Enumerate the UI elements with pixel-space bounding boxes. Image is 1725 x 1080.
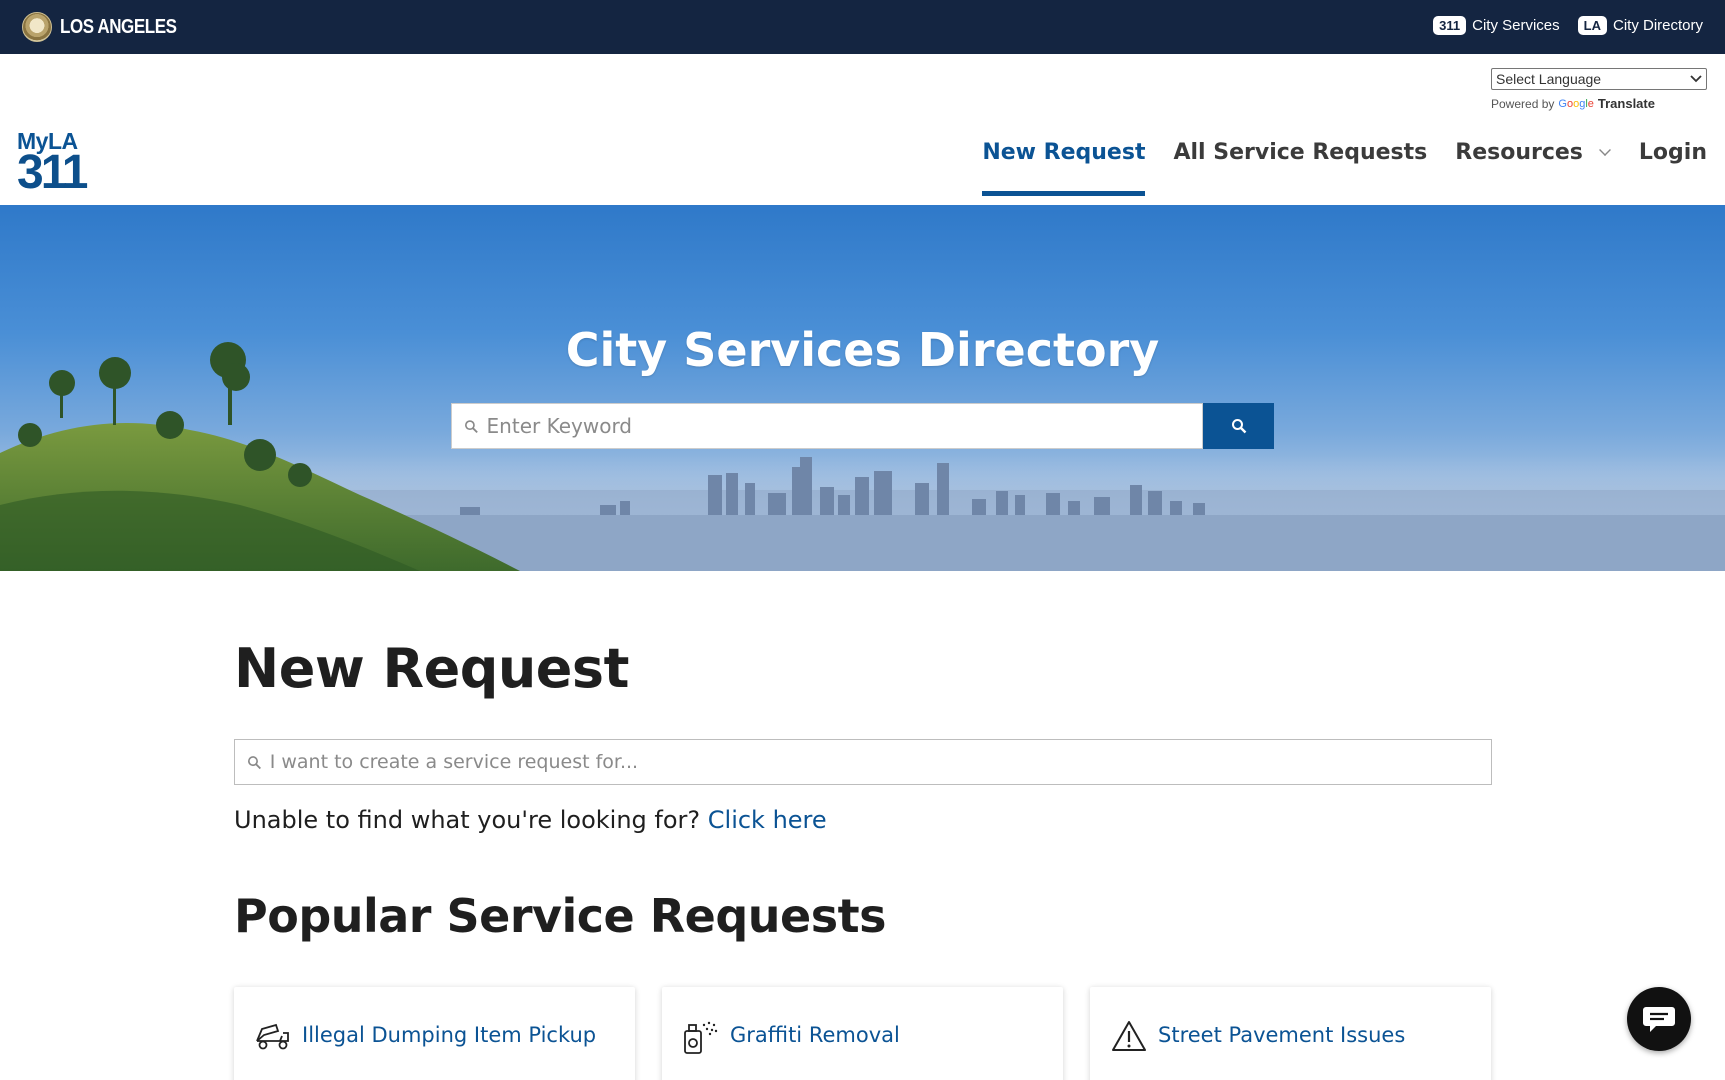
nav-resources-label: Resources bbox=[1455, 140, 1583, 165]
google-logo[interactable]: Google bbox=[1558, 98, 1594, 110]
chevron-down-icon bbox=[1598, 144, 1611, 156]
hero-title: City Services Directory bbox=[565, 323, 1160, 377]
language-select-value: Select Language bbox=[1496, 71, 1602, 87]
search-icon bbox=[1231, 419, 1246, 434]
search-icon bbox=[248, 755, 261, 769]
click-here-link[interactable]: Click here bbox=[708, 806, 827, 834]
service-card-label: Street Pavement Issues bbox=[1158, 1023, 1406, 1047]
hero-banner: City Services Directory bbox=[0, 205, 1725, 571]
chat-button[interactable] bbox=[1627, 987, 1691, 1051]
nav-login[interactable]: Login bbox=[1639, 140, 1707, 196]
chevron-down-icon bbox=[1690, 75, 1702, 83]
nav-login-label: Login bbox=[1638, 140, 1707, 165]
powered-by-google: Powered by Google Translate bbox=[1491, 96, 1707, 111]
311-badge: 311 bbox=[1433, 16, 1467, 35]
city-links: 311 City Services LA City Directory bbox=[1433, 16, 1703, 35]
nav-resources[interactable]: Resources bbox=[1455, 140, 1611, 196]
not-found-message: Unable to find what you're looking for? … bbox=[234, 806, 827, 834]
city-services-link[interactable]: 311 City Services bbox=[1433, 16, 1560, 35]
city-top-bar: LOS ANGELES 311 City Services LA City Di… bbox=[0, 0, 1725, 54]
not-found-text: Unable to find what you're looking for? bbox=[234, 806, 701, 834]
popular-requests-list: Illegal Dumping Item Pickup Graffiti Rem… bbox=[234, 987, 1492, 1080]
main-nav: New Request All Service Requests Resourc… bbox=[982, 140, 1707, 196]
keyword-search-input[interactable] bbox=[486, 414, 1202, 438]
service-card-graffiti-removal[interactable]: Graffiti Removal bbox=[662, 987, 1063, 1080]
popular-requests-title: Popular Service Requests bbox=[234, 889, 887, 943]
service-card-label: Graffiti Removal bbox=[730, 1023, 900, 1047]
la-badge: LA bbox=[1577, 16, 1607, 35]
nav-new-request[interactable]: New Request bbox=[982, 140, 1146, 196]
myla311-logo[interactable]: MyLA 311 bbox=[17, 130, 88, 199]
city-directory-link[interactable]: LA City Directory bbox=[1577, 16, 1703, 35]
service-card-street-pavement[interactable]: Street Pavement Issues bbox=[1090, 987, 1491, 1080]
site-header: Select Language Powered by Google Transl… bbox=[0, 54, 1725, 205]
city-directory-label: City Directory bbox=[1612, 17, 1703, 34]
truck-dumping-icon bbox=[256, 1023, 289, 1050]
nav-all-service-requests-label: All Service Requests bbox=[1173, 140, 1428, 165]
search-icon bbox=[465, 419, 478, 433]
la-skyline-image bbox=[0, 342, 1725, 571]
powered-by-label: Powered by bbox=[1491, 96, 1555, 111]
city-services-label: City Services bbox=[1472, 17, 1560, 34]
warning-triangle-icon bbox=[1112, 1021, 1146, 1051]
translate-link[interactable]: Translate bbox=[1598, 96, 1655, 111]
los-angeles-brand[interactable]: LOS ANGELES bbox=[22, 12, 197, 42]
google-translate-widget: Select Language Powered by Google Transl… bbox=[1491, 68, 1707, 111]
service-request-search-input[interactable] bbox=[269, 751, 1491, 773]
nav-all-service-requests[interactable]: All Service Requests bbox=[1173, 140, 1427, 196]
hero-search-bar bbox=[451, 403, 1274, 449]
spray-can-icon bbox=[684, 1021, 718, 1054]
city-seal-icon bbox=[22, 12, 52, 42]
hero-search-field bbox=[451, 403, 1203, 449]
page-title: New Request bbox=[234, 637, 629, 700]
service-card-label: Illegal Dumping Item Pickup bbox=[302, 1023, 597, 1047]
chat-bubble-icon bbox=[1643, 1007, 1675, 1032]
logo-bottom-text: 311 bbox=[17, 146, 88, 199]
request-search-field bbox=[234, 739, 1492, 785]
hero-search-button[interactable] bbox=[1203, 403, 1274, 449]
language-select[interactable]: Select Language bbox=[1491, 68, 1707, 90]
nav-new-request-label: New Request bbox=[982, 140, 1146, 165]
brand-name: LOS ANGELES bbox=[60, 15, 177, 38]
service-card-illegal-dumping[interactable]: Illegal Dumping Item Pickup bbox=[234, 987, 635, 1080]
